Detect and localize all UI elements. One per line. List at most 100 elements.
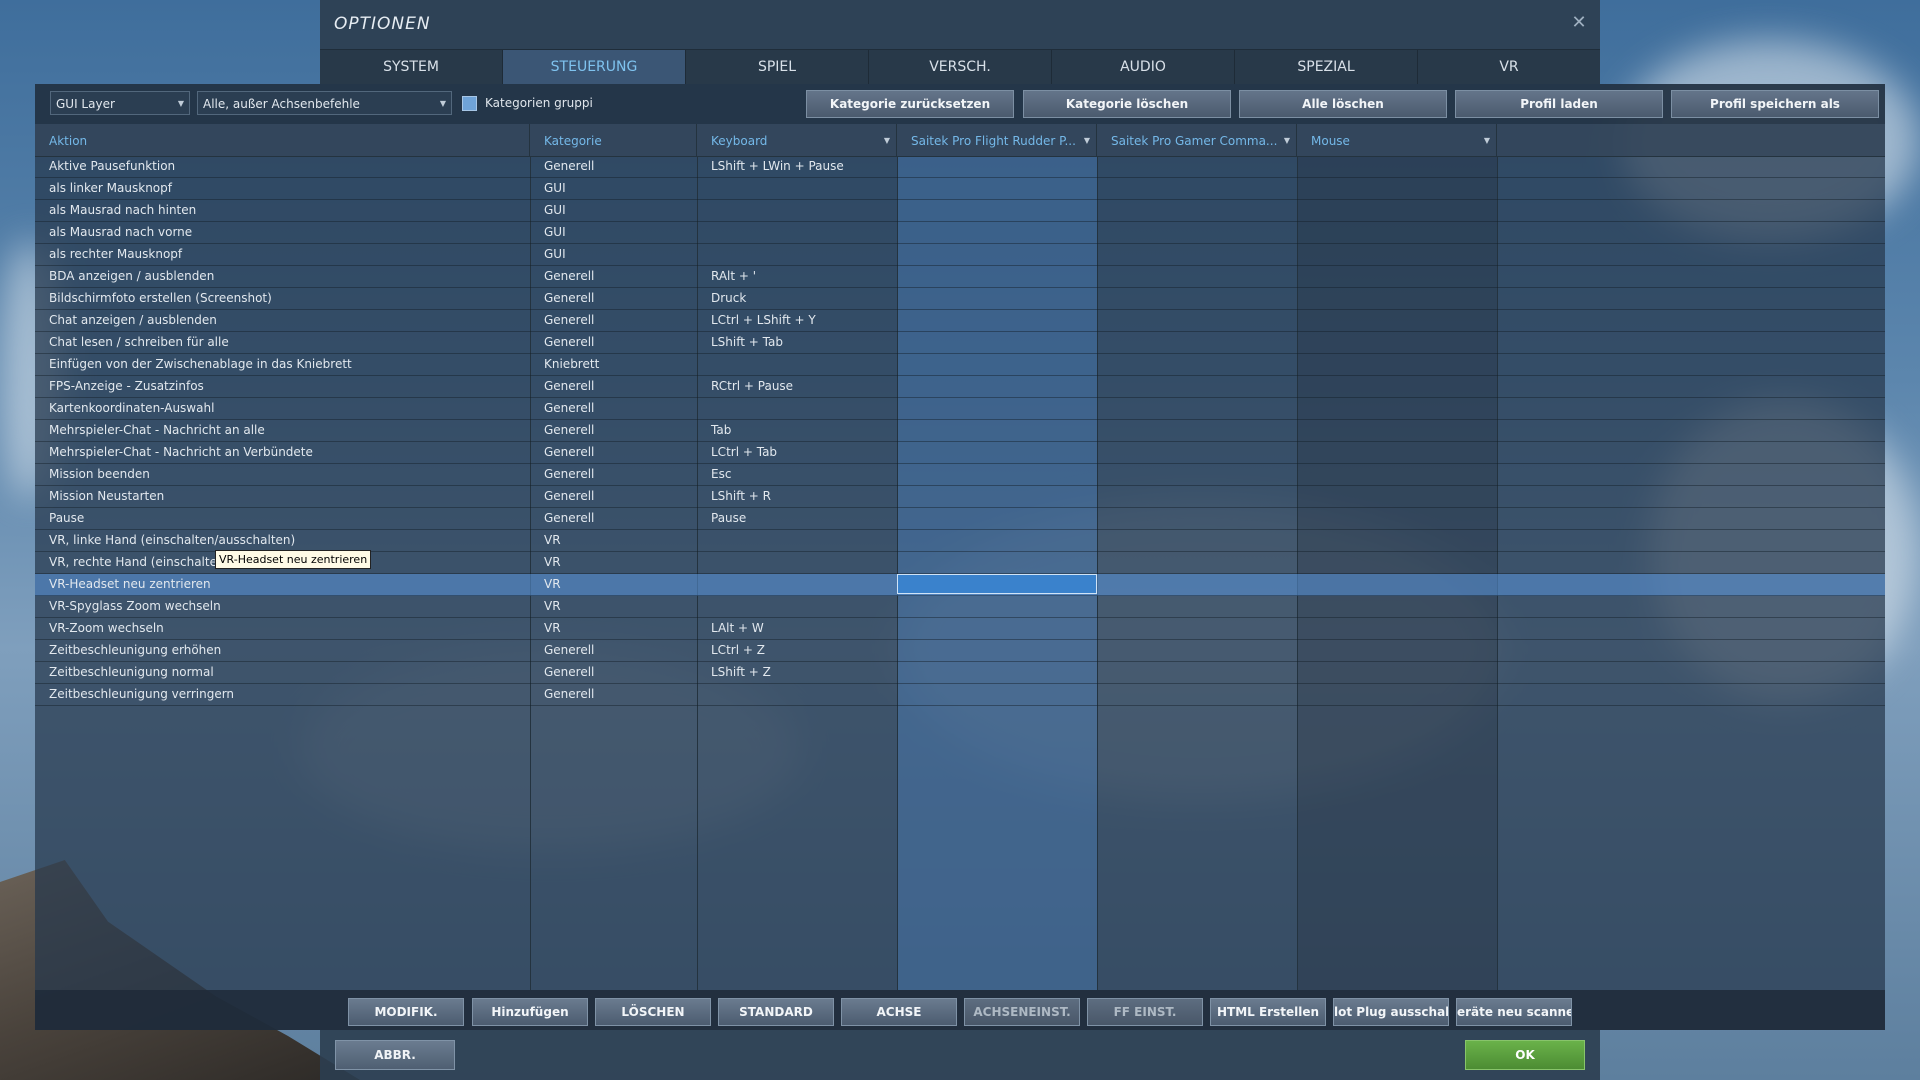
cell-action[interactable]: als linker Mausknopf bbox=[35, 178, 530, 199]
table-row[interactable]: als linker Mausknopf GUI bbox=[35, 178, 1885, 200]
table-row[interactable]: Mission beenden Generell Esc bbox=[35, 464, 1885, 486]
table-row[interactable]: Aktive Pausefunktion Generell LShift + LWi… bbox=[35, 156, 1885, 178]
cell-category[interactable]: VR bbox=[530, 618, 697, 639]
cell-category[interactable]: Generell bbox=[530, 486, 697, 507]
cell-category[interactable]: Generell bbox=[530, 640, 697, 661]
tab-vr[interactable]: VR bbox=[1418, 50, 1600, 84]
disable-hot-plug-button[interactable]: lot Plug ausschalte bbox=[1333, 998, 1449, 1026]
cell-category[interactable]: Generell bbox=[530, 156, 697, 177]
cell-category[interactable]: Generell bbox=[530, 442, 697, 463]
aircraft-select[interactable]: GUI Layer ▼ bbox=[50, 91, 190, 115]
add-button[interactable]: Hinzufügen bbox=[472, 998, 588, 1026]
cell-action[interactable]: Mehrspieler-Chat - Nachricht an Verbünde… bbox=[35, 442, 530, 463]
table-row[interactable]: Bildschirmfoto erstellen (Screenshot) Gen… bbox=[35, 288, 1885, 310]
cell-category[interactable]: VR bbox=[530, 552, 697, 573]
table-row[interactable]: Mehrspieler-Chat - Nachricht an Verbünde… bbox=[35, 442, 1885, 464]
clear-all-button[interactable]: Alle löschen bbox=[1239, 90, 1447, 118]
filter-select[interactable]: Alle, außer Achsenbefehle ▼ bbox=[197, 91, 452, 115]
cell-category[interactable]: Generell bbox=[530, 420, 697, 441]
cell-action[interactable]: VR, linke Hand (einschalten/ausschalten) bbox=[35, 530, 530, 551]
cell-action[interactable]: als Mausrad nach vorne bbox=[35, 222, 530, 243]
rescan-devices-button[interactable]: eräte neu scanne bbox=[1456, 998, 1572, 1026]
cell-category[interactable]: Kniebrett bbox=[530, 354, 697, 375]
close-icon[interactable]: ✕ bbox=[1568, 12, 1590, 34]
cell-action[interactable]: Mission beenden bbox=[35, 464, 530, 485]
make-html-button[interactable]: HTML Erstellen bbox=[1210, 998, 1326, 1026]
cell-action[interactable]: Kartenkoordinaten-Auswahl bbox=[35, 398, 530, 419]
cell-keyboard[interactable]: RCtrl + Pause bbox=[697, 376, 897, 397]
cell-category[interactable]: GUI bbox=[530, 200, 697, 221]
table-row[interactable]: Zeitbeschleunigung verringern Generell bbox=[35, 684, 1885, 706]
table-row[interactable]: BDA anzeigen / ausblenden Generell RAlt + … bbox=[35, 266, 1885, 288]
cell-category[interactable]: Generell bbox=[530, 310, 697, 331]
reset-category-button[interactable]: Kategorie zurücksetzen bbox=[806, 90, 1014, 118]
tab-versch[interactable]: VERSCH. bbox=[869, 50, 1052, 84]
table-row[interactable]: Zeitbeschleunigung normal Generell LShift … bbox=[35, 662, 1885, 684]
cell-category[interactable]: Generell bbox=[530, 684, 697, 705]
cell-keyboard[interactable]: LShift + Tab bbox=[697, 332, 897, 353]
cell-keyboard[interactable]: Esc bbox=[697, 464, 897, 485]
axis-button[interactable]: ACHSE bbox=[841, 998, 957, 1026]
cell-category[interactable]: Generell bbox=[530, 376, 697, 397]
cell-category[interactable]: VR bbox=[530, 530, 697, 551]
cell-action[interactable]: Chat lesen / schreiben für alle bbox=[35, 332, 530, 353]
cell-action[interactable]: Zeitbeschleunigung normal bbox=[35, 662, 530, 683]
cell-keyboard[interactable]: LAlt + W bbox=[697, 618, 897, 639]
cell-keyboard[interactable]: LCtrl + Tab bbox=[697, 442, 897, 463]
cancel-button[interactable]: ABBR. bbox=[335, 1040, 455, 1070]
table-row[interactable]: Mission Neustarten Generell LShift + R bbox=[35, 486, 1885, 508]
ok-button[interactable]: OK bbox=[1465, 1040, 1585, 1070]
table-row[interactable]: Chat lesen / schreiben für alle Generell L… bbox=[35, 332, 1885, 354]
table-row[interactable]: Chat anzeigen / ausblenden Generell LCtrl … bbox=[35, 310, 1885, 332]
group-categories-checkbox[interactable] bbox=[462, 96, 477, 111]
table-row[interactable]: Kartenkoordinaten-Auswahl Generell bbox=[35, 398, 1885, 420]
modifiers-button[interactable]: MODIFIK. bbox=[348, 998, 464, 1026]
cell-category[interactable]: GUI bbox=[530, 222, 697, 243]
cell-action[interactable]: VR-Spyglass Zoom wechseln bbox=[35, 596, 530, 617]
cell-keyboard[interactable]: Tab bbox=[697, 420, 897, 441]
cell-action[interactable]: Aktive Pausefunktion bbox=[35, 156, 530, 177]
cell-category[interactable]: Generell bbox=[530, 662, 697, 683]
header-mouse[interactable]: Mouse ▼ bbox=[1297, 124, 1497, 156]
cell-category[interactable]: GUI bbox=[530, 244, 697, 265]
clear-category-button[interactable]: Kategorie löschen bbox=[1023, 90, 1231, 118]
cell-action[interactable]: Pause bbox=[35, 508, 530, 529]
cell-keyboard[interactable]: LCtrl + Z bbox=[697, 640, 897, 661]
table-row[interactable]: als Mausrad nach vorne GUI bbox=[35, 222, 1885, 244]
table-row[interactable]: VR-Headset neu zentrieren VR bbox=[35, 574, 1885, 596]
header-category[interactable]: Kategorie bbox=[530, 124, 697, 156]
cell-action[interactable]: Bildschirmfoto erstellen (Screenshot) bbox=[35, 288, 530, 309]
axis-tune-button[interactable]: ACHSENEINST. bbox=[964, 998, 1080, 1026]
tab-spiel[interactable]: SPIEL bbox=[686, 50, 869, 84]
header-keyboard[interactable]: Keyboard ▼ bbox=[697, 124, 897, 156]
cell-action[interactable]: als Mausrad nach hinten bbox=[35, 200, 530, 221]
cell-category[interactable]: Generell bbox=[530, 288, 697, 309]
ff-tune-button[interactable]: FF EINST. bbox=[1087, 998, 1203, 1026]
tab-system[interactable]: SYSTEM bbox=[320, 50, 503, 84]
cell-action[interactable]: Mehrspieler-Chat - Nachricht an alle bbox=[35, 420, 530, 441]
cell-category[interactable]: Generell bbox=[530, 398, 697, 419]
table-row[interactable]: VR-Zoom wechseln VR LAlt + W bbox=[35, 618, 1885, 640]
cell-category[interactable]: Generell bbox=[530, 332, 697, 353]
cell-action[interactable]: Mission Neustarten bbox=[35, 486, 530, 507]
table-row[interactable]: Zeitbeschleunigung erhöhen Generell LCtrl … bbox=[35, 640, 1885, 662]
cell-category[interactable]: VR bbox=[530, 596, 697, 617]
table-row[interactable]: Pause Generell Pause bbox=[35, 508, 1885, 530]
table-row[interactable]: als Mausrad nach hinten GUI bbox=[35, 200, 1885, 222]
header-device-rudder[interactable]: Saitek Pro Flight Rudder P... ▼ bbox=[897, 124, 1097, 156]
cell-action[interactable]: als rechter Mausknopf bbox=[35, 244, 530, 265]
cell-keyboard[interactable]: LShift + R bbox=[697, 486, 897, 507]
cell-keyboard[interactable]: LCtrl + LShift + Y bbox=[697, 310, 897, 331]
delete-button[interactable]: LÖSCHEN bbox=[595, 998, 711, 1026]
cell-keyboard[interactable]: Druck bbox=[697, 288, 897, 309]
cell-category[interactable]: GUI bbox=[530, 178, 697, 199]
tab-audio[interactable]: AUDIO bbox=[1052, 50, 1235, 84]
cell-action[interactable]: Zeitbeschleunigung erhöhen bbox=[35, 640, 530, 661]
table-row[interactable]: FPS-Anzeige - Zusatzinfos Generell RCtrl +… bbox=[35, 376, 1885, 398]
tab-steuerung[interactable]: STEUERUNG bbox=[503, 50, 686, 84]
cell-category[interactable]: VR bbox=[530, 574, 697, 595]
table-row[interactable]: Einfügen von der Zwischenablage in das K… bbox=[35, 354, 1885, 376]
cell-action[interactable]: VR-Zoom wechseln bbox=[35, 618, 530, 639]
load-profile-button[interactable]: Profil laden bbox=[1455, 90, 1663, 118]
cell-action[interactable]: FPS-Anzeige - Zusatzinfos bbox=[35, 376, 530, 397]
